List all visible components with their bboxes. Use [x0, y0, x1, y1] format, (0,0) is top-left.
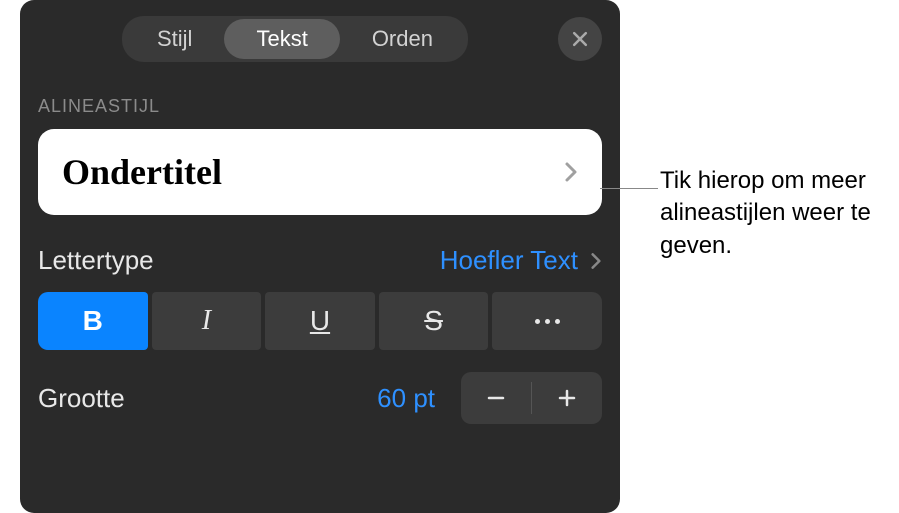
- section-header-paragraph-style: ALINEASTIJL: [38, 96, 602, 117]
- tab-bar: Stijl Tekst Orden: [38, 16, 602, 62]
- callout-text: Tik hierop om meer alineastijlen weer te…: [660, 165, 885, 262]
- plus-icon: [555, 386, 579, 410]
- size-stepper: [461, 372, 602, 424]
- size-value: 60 pt: [377, 383, 435, 414]
- font-value: Hoefler Text: [440, 245, 602, 276]
- tab-style[interactable]: Stijl: [125, 19, 224, 59]
- bold-button[interactable]: B: [38, 292, 148, 350]
- chevron-right-icon: [564, 160, 578, 184]
- close-button[interactable]: [558, 17, 602, 61]
- size-row: Grootte 60 pt: [38, 372, 602, 424]
- strike-glyph: S: [424, 305, 443, 337]
- underline-button[interactable]: U: [265, 292, 375, 350]
- italic-button[interactable]: I: [152, 292, 262, 350]
- size-increase-button[interactable]: [532, 372, 602, 424]
- paragraph-style-name: Ondertitel: [62, 151, 222, 193]
- text-style-button-group: B I U S: [38, 292, 602, 350]
- size-decrease-button[interactable]: [461, 372, 531, 424]
- more-text-options-button[interactable]: [492, 292, 602, 350]
- chevron-right-icon: [590, 251, 602, 271]
- font-row[interactable]: Lettertype Hoefler Text: [38, 245, 602, 276]
- strikethrough-button[interactable]: S: [379, 292, 489, 350]
- paragraph-style-picker[interactable]: Ondertitel: [38, 129, 602, 215]
- size-label: Grootte: [38, 383, 125, 414]
- tab-text[interactable]: Tekst: [224, 19, 339, 59]
- segmented-control: Stijl Tekst Orden: [122, 16, 468, 62]
- ellipsis-icon: [535, 319, 560, 324]
- underline-glyph: U: [310, 305, 330, 337]
- font-name: Hoefler Text: [440, 245, 578, 276]
- format-inspector-panel: Stijl Tekst Orden ALINEASTIJL Ondertitel…: [20, 0, 620, 513]
- callout-leader-line: [600, 188, 658, 189]
- font-label: Lettertype: [38, 245, 154, 276]
- tab-arrange[interactable]: Orden: [340, 19, 465, 59]
- minus-icon: [484, 386, 508, 410]
- close-icon: [570, 29, 590, 49]
